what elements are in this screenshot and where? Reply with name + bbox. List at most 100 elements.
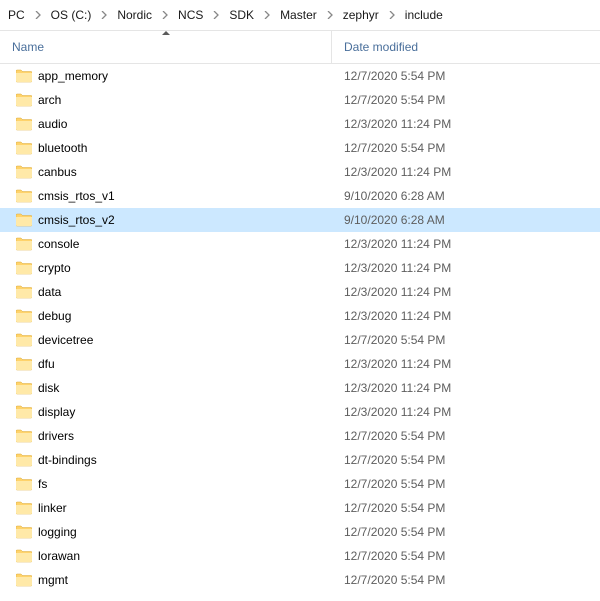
- list-item[interactable]: display12/3/2020 11:24 PM: [0, 400, 600, 424]
- list-item-name-cell: canbus: [0, 165, 332, 179]
- sort-ascending-icon: [162, 31, 170, 35]
- folder-icon: [16, 165, 32, 179]
- column-header-date[interactable]: Date modified: [332, 31, 600, 63]
- folder-icon: [16, 549, 32, 563]
- chevron-right-icon[interactable]: [160, 10, 170, 20]
- list-item[interactable]: mgmt12/7/2020 5:54 PM: [0, 568, 600, 592]
- folder-icon: [16, 333, 32, 347]
- list-item[interactable]: devicetree12/7/2020 5:54 PM: [0, 328, 600, 352]
- list-item[interactable]: canbus12/3/2020 11:24 PM: [0, 160, 600, 184]
- breadcrumb-segment[interactable]: PC: [4, 6, 29, 24]
- chevron-right-icon[interactable]: [325, 10, 335, 20]
- folder-icon: [16, 261, 32, 275]
- list-item-name-cell: dt-bindings: [0, 453, 332, 467]
- folder-icon: [16, 285, 32, 299]
- list-item-name-cell: bluetooth: [0, 141, 332, 155]
- list-item[interactable]: disk12/3/2020 11:24 PM: [0, 376, 600, 400]
- list-item[interactable]: logging12/7/2020 5:54 PM: [0, 520, 600, 544]
- list-item-date: 12/7/2020 5:54 PM: [332, 573, 600, 587]
- list-item-name-cell: cmsis_rtos_v2: [0, 213, 332, 227]
- folder-icon: [16, 189, 32, 203]
- list-item-name-cell: linker: [0, 501, 332, 515]
- list-item[interactable]: lorawan 12/7/2020 5:54 PM: [0, 544, 600, 568]
- list-item-name-cell: drivers: [0, 429, 332, 443]
- folder-icon: [16, 117, 32, 131]
- list-item-name-cell: disk: [0, 381, 332, 395]
- list-item[interactable]: data12/3/2020 11:24 PM: [0, 280, 600, 304]
- column-headers: Name Date modified: [0, 30, 600, 64]
- folder-icon: [16, 309, 32, 323]
- list-item-name-cell: dfu: [0, 357, 332, 371]
- list-item-name-cell: crypto: [0, 261, 332, 275]
- folder-icon: [16, 477, 32, 491]
- list-item-date: 12/7/2020 5:54 PM: [332, 525, 600, 539]
- list-item[interactable]: app_memory12/7/2020 5:54 PM: [0, 64, 600, 88]
- list-item-name-cell: fs: [0, 477, 332, 491]
- list-item[interactable]: debug 12/3/2020 11:24 PM: [0, 304, 600, 328]
- file-list[interactable]: app_memory12/7/2020 5:54 PMarch12/7/2020…: [0, 64, 600, 601]
- folder-icon: [16, 381, 32, 395]
- list-item-name-cell: audio: [0, 117, 332, 131]
- folder-icon: [16, 93, 32, 107]
- folder-icon: [16, 357, 32, 371]
- list-item-date: 12/7/2020 5:54 PM: [332, 93, 600, 107]
- breadcrumb-segment[interactable]: zephyr: [339, 6, 383, 24]
- list-item-name: console: [38, 237, 79, 251]
- breadcrumb-segment[interactable]: OS (C:): [47, 6, 96, 24]
- list-item[interactable]: cmsis_rtos_v2 9/10/2020 6:28 AM: [0, 208, 600, 232]
- list-item-date: 12/7/2020 5:54 PM: [332, 429, 600, 443]
- breadcrumb[interactable]: PC OS (C:) Nordic NCS SDK Master zephyr include: [0, 0, 600, 30]
- chevron-right-icon[interactable]: [33, 10, 43, 20]
- folder-icon: [16, 69, 32, 83]
- list-item-name-cell: mgmt: [0, 573, 332, 587]
- breadcrumb-segment[interactable]: Nordic: [113, 6, 156, 24]
- list-item-name: debug: [38, 309, 71, 323]
- list-item-name: dfu: [38, 357, 55, 371]
- list-item[interactable]: fs12/7/2020 5:54 PM: [0, 472, 600, 496]
- list-item[interactable]: console 12/3/2020 11:24 PM: [0, 232, 600, 256]
- list-item-date: 12/3/2020 11:24 PM: [332, 237, 600, 251]
- list-item-name: audio: [38, 117, 67, 131]
- list-item-name-cell: data: [0, 285, 332, 299]
- list-item-date: 12/7/2020 5:54 PM: [332, 549, 600, 563]
- list-item-date: 12/7/2020 5:54 PM: [332, 333, 600, 347]
- list-item-name: app_memory: [38, 69, 108, 83]
- chevron-right-icon[interactable]: [211, 10, 221, 20]
- folder-icon: [16, 501, 32, 515]
- chevron-right-icon[interactable]: [99, 10, 109, 20]
- list-item-name: display: [38, 405, 75, 419]
- list-item-date: 12/3/2020 11:24 PM: [332, 309, 600, 323]
- list-item[interactable]: drivers12/7/2020 5:54 PM: [0, 424, 600, 448]
- list-item-name: cmsis_rtos_v1: [38, 189, 115, 203]
- list-item[interactable]: cmsis_rtos_v19/10/2020 6:28 AM: [0, 184, 600, 208]
- list-item-date: 12/3/2020 11:24 PM: [332, 357, 600, 371]
- list-item-date: 12/7/2020 5:54 PM: [332, 501, 600, 515]
- column-header-name[interactable]: Name: [0, 31, 332, 63]
- list-item-date: 12/3/2020 11:24 PM: [332, 285, 600, 299]
- folder-icon: [16, 405, 32, 419]
- list-item-name-cell: app_memory: [0, 69, 332, 83]
- folder-icon: [16, 573, 32, 587]
- list-item[interactable]: arch12/7/2020 5:54 PM: [0, 88, 600, 112]
- list-item-name: cmsis_rtos_v2: [38, 213, 115, 227]
- list-item[interactable]: crypto12/3/2020 11:24 PM: [0, 256, 600, 280]
- column-header-date-label: Date modified: [344, 40, 418, 54]
- list-item[interactable]: linker12/7/2020 5:54 PM: [0, 496, 600, 520]
- list-item-name: crypto: [38, 261, 71, 275]
- breadcrumb-segment[interactable]: include: [401, 6, 447, 24]
- list-item-name: lorawan: [38, 549, 80, 563]
- breadcrumb-segment[interactable]: Master: [276, 6, 321, 24]
- folder-icon: [16, 525, 32, 539]
- list-item-date: 12/7/2020 5:54 PM: [332, 453, 600, 467]
- folder-icon: [16, 141, 32, 155]
- list-item[interactable]: bluetooth12/7/2020 5:54 PM: [0, 136, 600, 160]
- chevron-right-icon[interactable]: [262, 10, 272, 20]
- list-item-date: 12/3/2020 11:24 PM: [332, 117, 600, 131]
- breadcrumb-segment[interactable]: SDK: [225, 6, 258, 24]
- list-item[interactable]: dfu 12/3/2020 11:24 PM: [0, 352, 600, 376]
- list-item-date: 9/10/2020 6:28 AM: [332, 213, 600, 227]
- list-item[interactable]: audio 12/3/2020 11:24 PM: [0, 112, 600, 136]
- breadcrumb-segment[interactable]: NCS: [174, 6, 207, 24]
- list-item[interactable]: dt-bindings12/7/2020 5:54 PM: [0, 448, 600, 472]
- chevron-right-icon[interactable]: [387, 10, 397, 20]
